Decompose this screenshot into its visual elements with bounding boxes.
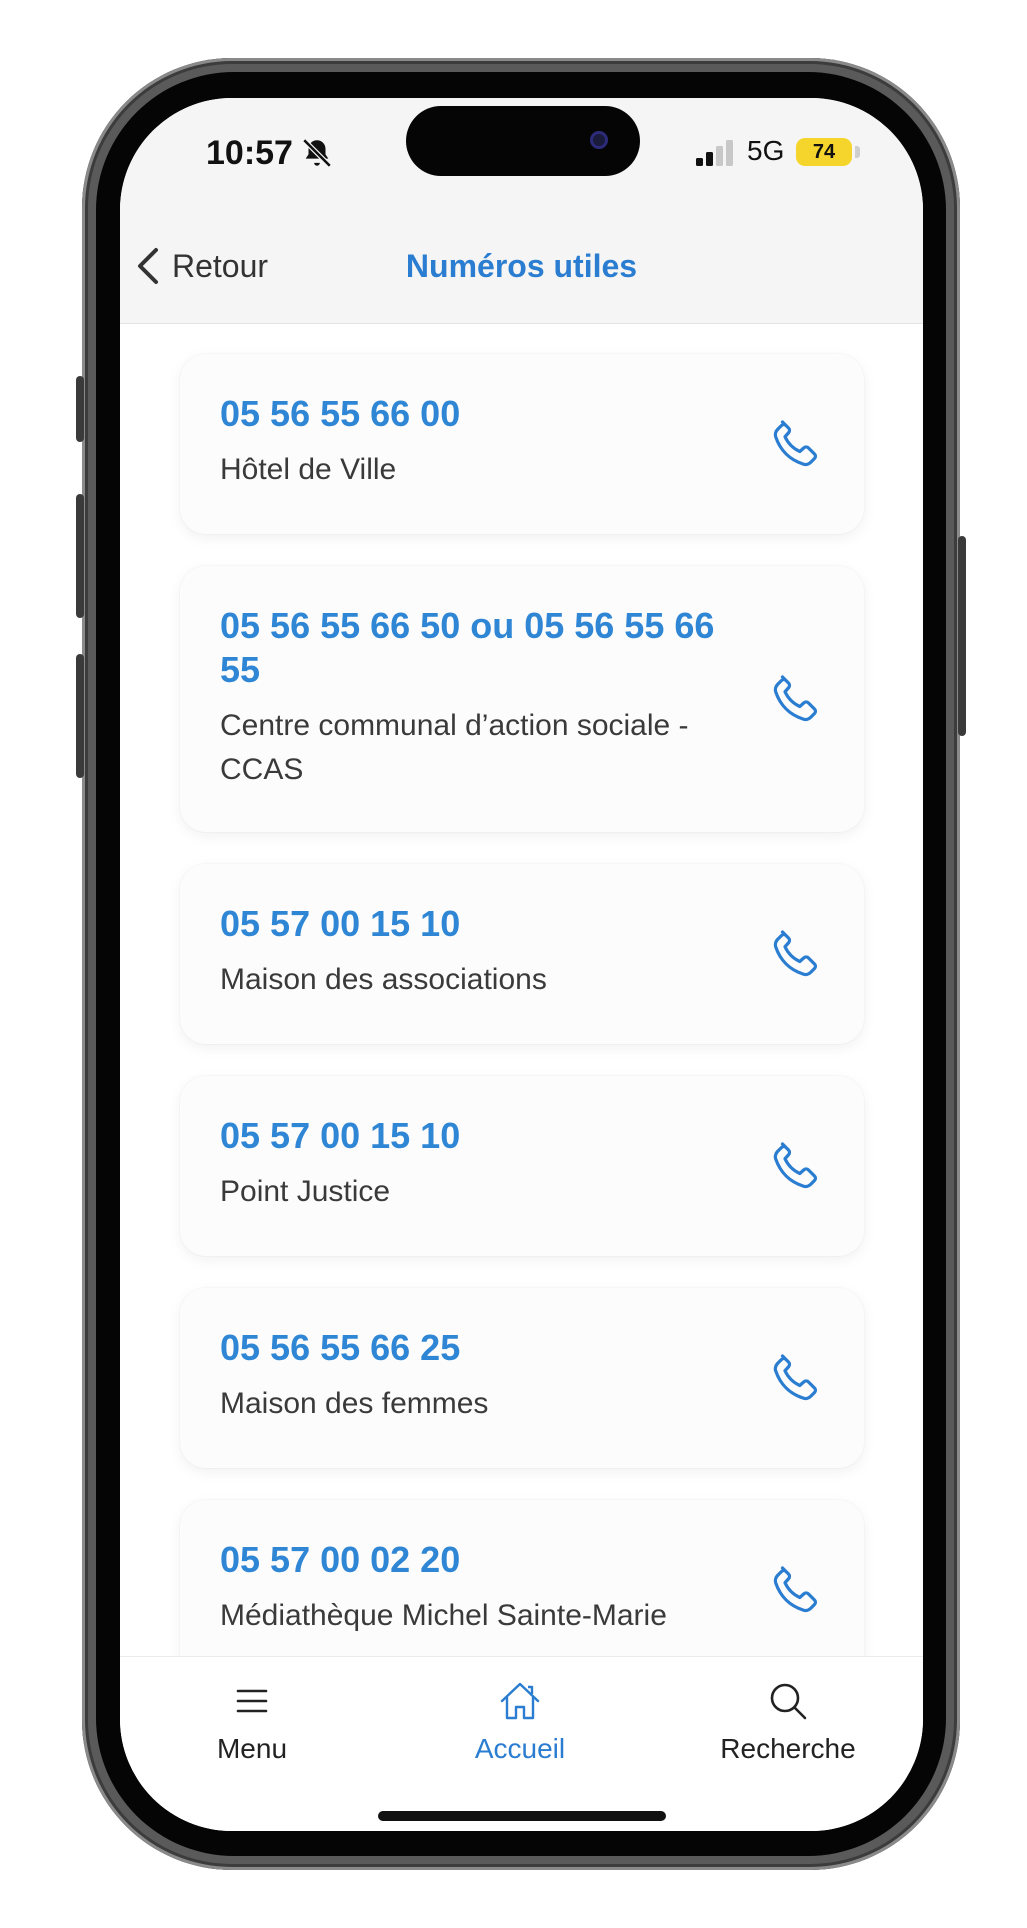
contact-number: 05 57 00 02 20	[220, 1539, 461, 1580]
tab-home-label: Accueil	[474, 1733, 566, 1764]
network-type: 5G	[747, 135, 785, 166]
battery-tip	[855, 146, 860, 158]
menu-icon	[236, 1689, 268, 1713]
navigation-bar: 10:57 5G 74 Retour Numéros utiles	[120, 98, 923, 324]
tab-search[interactable]: Recherche	[688, 1677, 888, 1765]
tab-search-label: Recherche	[720, 1733, 856, 1764]
side-button-action	[76, 376, 84, 442]
phone-icon[interactable]	[766, 1348, 826, 1408]
side-button-volume-down	[76, 654, 84, 778]
contact-name: Point Justice	[220, 1175, 391, 1208]
contact-name: Centre communal d’action sociale - CCAS	[220, 709, 689, 786]
contact-number: 05 56 55 66 00	[220, 393, 461, 434]
contact-name: Maison des associations	[220, 963, 547, 996]
side-button-volume-up	[76, 494, 84, 618]
phone-icon[interactable]	[766, 669, 826, 729]
contact-card[interactable]: 05 56 55 66 00 Hôtel de Ville	[180, 354, 864, 534]
camera-icon	[590, 131, 608, 149]
contact-card[interactable]: 05 57 00 02 20 Médiathèque Michel Sainte…	[180, 1500, 864, 1680]
signal-icon	[696, 140, 733, 166]
tab-home[interactable]: Accueil	[420, 1677, 620, 1765]
battery-icon: 74	[796, 138, 852, 166]
contact-number: 05 56 55 66 50 ou 05 56 55 66 55	[220, 605, 715, 690]
tab-bar: Menu Accueil Recherche	[120, 1656, 923, 1831]
contact-name: Médiathèque Michel Sainte-Marie	[220, 1599, 667, 1632]
tab-menu[interactable]: Menu	[152, 1677, 352, 1765]
contact-card[interactable]: 05 56 55 66 25 Maison des femmes	[180, 1288, 864, 1468]
bell-muted-icon	[302, 138, 332, 168]
phone-icon[interactable]	[766, 924, 826, 984]
contact-name: Hôtel de Ville	[220, 453, 397, 486]
contact-card[interactable]: 05 57 00 15 10 Maison des associations	[180, 864, 864, 1044]
contact-number: 05 57 00 15 10	[220, 1115, 461, 1156]
search-icon	[770, 1683, 807, 1720]
contact-number: 05 57 00 15 10	[220, 903, 461, 944]
contact-name: Maison des femmes	[220, 1387, 489, 1420]
phone-icon[interactable]	[766, 414, 826, 474]
page-title: Numéros utiles	[405, 248, 638, 284]
phone-icon[interactable]	[766, 1136, 826, 1196]
contact-number: 05 56 55 66 25	[220, 1327, 461, 1368]
contacts-list: 05 56 55 66 00 Hôtel de Ville 05 56 55 6…	[120, 324, 923, 1756]
contact-card[interactable]: 05 57 00 15 10 Point Justice	[180, 1076, 864, 1256]
status-time: 10:57	[206, 134, 293, 172]
contact-card[interactable]: 05 56 55 66 50 ou 05 56 55 66 55 Centre …	[180, 566, 864, 832]
home-indicator[interactable]	[378, 1811, 666, 1821]
home-icon	[500, 1682, 540, 1720]
tab-menu-label: Menu	[216, 1733, 288, 1764]
side-button-power	[958, 536, 966, 736]
phone-screen: 10:57 5G 74 Retour Numéros utiles 05 56 …	[120, 98, 923, 1831]
phone-icon[interactable]	[766, 1560, 826, 1620]
